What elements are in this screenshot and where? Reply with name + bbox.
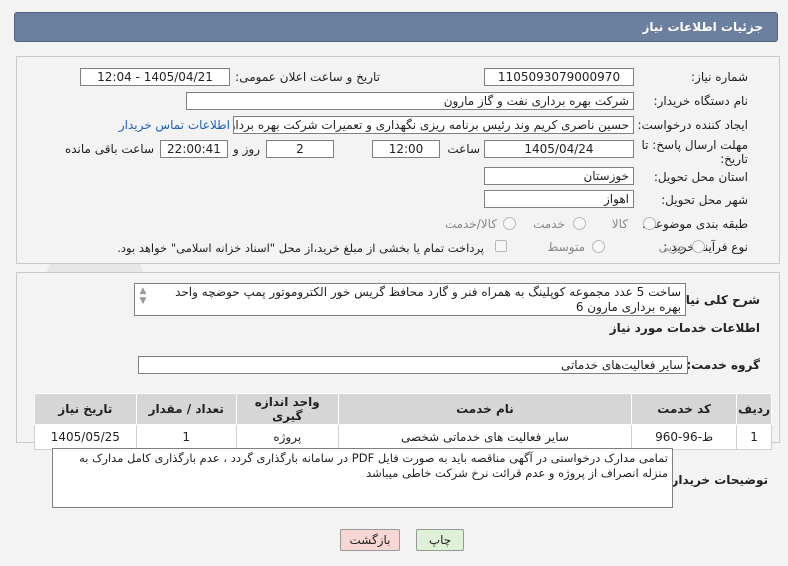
category-radio-goods[interactable] bbox=[643, 217, 656, 230]
payment-note: پرداخت تمام یا بخشی از مبلغ خرید،از محل … bbox=[117, 241, 484, 255]
purchase-radio-medium[interactable] bbox=[592, 240, 605, 253]
buyer-notes-label: توضیحات خریدار: bbox=[666, 473, 768, 487]
need-number-field: 1105093079000970 bbox=[484, 68, 634, 86]
service-group-field: سایر فعالیت‌های خدماتی bbox=[138, 356, 688, 374]
purchase-radio-minor[interactable] bbox=[692, 240, 705, 253]
table-row: 1 ط-96-960 سایر فعالیت های خدماتی شخصی پ… bbox=[34, 424, 772, 450]
announce-field: 1405/04/21 - 12:04 bbox=[80, 68, 230, 86]
category-radio-service[interactable] bbox=[573, 217, 586, 230]
cell-unit: پروژه bbox=[235, 424, 339, 450]
province-label: استان محل تحویل: bbox=[653, 170, 748, 184]
services-section-title: اطلاعات خدمات مورد نیاز bbox=[609, 321, 760, 335]
days-label: روز و bbox=[233, 142, 260, 156]
col-service-code: کد خدمت bbox=[631, 393, 738, 425]
print-button[interactable]: چاپ bbox=[416, 529, 464, 551]
days-field: 2 bbox=[266, 140, 334, 158]
city-label: شهر محل تحویل: bbox=[661, 193, 748, 207]
col-row: ردیف bbox=[736, 393, 772, 425]
creator-field: حسین ناصری کریم وند رئیس برنامه ریزی نگه… bbox=[233, 116, 634, 134]
creator-label: ایجاد کننده درخواست: bbox=[637, 118, 748, 132]
purchase-option-medium: متوسط bbox=[547, 240, 585, 254]
col-quantity: تعداد / مقدار bbox=[135, 393, 237, 425]
buyer-org-label: نام دستگاه خریدار: bbox=[653, 94, 749, 108]
description-label: شرح کلی نیاز: bbox=[674, 293, 760, 307]
category-option-service: خدمت bbox=[533, 217, 565, 231]
page-header: جزئیات اطلاعات نیاز bbox=[14, 12, 778, 42]
scroll-arrows-icon[interactable]: ▲ ▼ bbox=[137, 286, 149, 312]
category-radio-goods-service[interactable] bbox=[503, 217, 516, 230]
table-header-row: ردیف کد خدمت نام خدمت واحد اندازه گیری ت… bbox=[34, 393, 772, 425]
service-group-label: گروه خدمت: bbox=[686, 358, 760, 372]
page-title: جزئیات اطلاعات نیاز bbox=[642, 20, 763, 34]
col-unit: واحد اندازه گیری bbox=[235, 393, 339, 425]
category-option-goods: کالا bbox=[611, 217, 628, 231]
back-button[interactable]: بازگشت bbox=[340, 529, 400, 551]
cell-service-name: سایر فعالیت های خدماتی شخصی bbox=[337, 424, 633, 450]
cell-row: 1 bbox=[736, 424, 772, 450]
services-table: ردیف کد خدمت نام خدمت واحد اندازه گیری ت… bbox=[34, 393, 772, 450]
deadline-date-field: 1405/04/24 bbox=[484, 140, 634, 158]
time-label: ساعت bbox=[447, 142, 480, 156]
treasury-payment-checkbox[interactable] bbox=[495, 240, 507, 252]
deadline-label: مهلت ارسال پاسخ: تا تاریخ: bbox=[641, 138, 748, 166]
purchase-option-minor: جزیی bbox=[658, 240, 686, 254]
remaining-time-field: 22:00:41 bbox=[160, 140, 228, 158]
deadline-time-field: 12:00 bbox=[372, 140, 440, 158]
province-field: خوزستان bbox=[484, 167, 634, 185]
category-option-goods-service: کالا/خدمت bbox=[444, 217, 497, 231]
cell-need-date: 1405/05/25 bbox=[34, 424, 137, 450]
description-textarea[interactable]: ساخت 5 عدد مجموعه کوپلینگ به همراه فنر و… bbox=[134, 283, 686, 316]
col-service-name: نام خدمت bbox=[337, 393, 633, 425]
buyer-notes-textarea[interactable]: تمامی مدارک درخواستی در آگهی مناقصه باید… bbox=[52, 448, 673, 508]
cell-service-code: ط-96-960 bbox=[631, 424, 738, 450]
city-field: اهواز bbox=[484, 190, 634, 208]
contact-info-link[interactable]: اطلاعات تماس خریدار bbox=[119, 118, 230, 132]
col-need-date: تاریخ نیاز bbox=[34, 393, 137, 425]
announce-label: تاریخ و ساعت اعلان عمومی: bbox=[235, 70, 380, 84]
cell-quantity: 1 bbox=[135, 424, 237, 450]
category-label: طبقه بندی موضوعی: bbox=[641, 217, 748, 231]
need-number-label: شماره نیاز: bbox=[691, 70, 748, 84]
remaining-label: ساعت باقی مانده bbox=[64, 142, 154, 156]
buyer-org-field: شرکت بهره برداری نفت و گاز مارون bbox=[186, 92, 634, 110]
